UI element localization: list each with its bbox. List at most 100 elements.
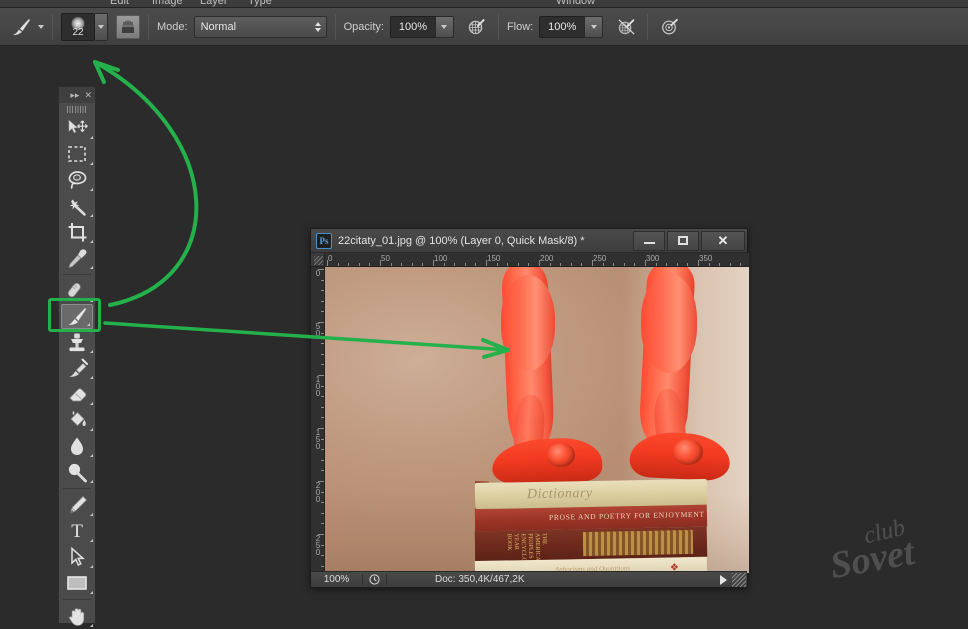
tool-more-corner-icon (90, 428, 93, 431)
sidebar-item-history-brush-tool[interactable] (59, 355, 95, 381)
close-button[interactable]: ✕ (701, 230, 745, 251)
active-tool-preview[interactable] (6, 14, 36, 40)
photo-image: Dictionary PROSE AND POETRY FOR ENJOYMEN… (325, 267, 749, 573)
clock-icon (369, 574, 380, 585)
book-encyclopedia: THE AMERICAN PEOPLES ENCYCLOPEDIA YEAR B… (474, 526, 708, 573)
tools-panel: ▸▸ ✕ T (58, 86, 96, 627)
sidebar-item-gradient-tool[interactable] (59, 407, 95, 433)
hand-icon (68, 607, 84, 626)
spinner-icon (314, 21, 321, 32)
eyedropper-icon (68, 248, 86, 268)
image-canvas[interactable]: Dictionary PROSE AND POETRY FOR ENJOYMEN… (325, 267, 749, 573)
sidebar-item-crop-tool[interactable] (59, 219, 95, 245)
rectangle-icon (67, 576, 87, 590)
opacity-input[interactable]: 100% (389, 15, 435, 38)
photoshop-badge-icon: Ps (316, 232, 332, 249)
document-window: Ps 22citaty_01.jpg @ 100% (Layer 0, Quic… (310, 228, 749, 588)
brush-panel-icon (122, 20, 134, 33)
panel-grip-icon[interactable] (59, 103, 95, 115)
tool-more-corner-icon (90, 402, 93, 405)
sidebar-item-dodge-tool[interactable] (59, 459, 95, 485)
menu-item-type[interactable]: Type (248, 0, 272, 7)
play-triangle-icon (719, 574, 727, 585)
tool-more-corner-icon (90, 266, 93, 269)
minimize-button[interactable] (633, 230, 665, 251)
resize-grip-icon[interactable] (732, 572, 746, 587)
sidebar-item-rectangle-tool[interactable] (59, 570, 95, 596)
ruler-origin-corner[interactable] (311, 253, 325, 267)
blur-drop-icon (71, 437, 83, 455)
airbrush-icon (618, 19, 635, 35)
sidebar-item-magic-wand-tool[interactable] (59, 193, 95, 219)
sidebar-item-clone-stamp-tool[interactable] (59, 329, 95, 355)
sidebar-item-hand-tool[interactable] (59, 603, 95, 629)
watermark: club Sovet (824, 513, 954, 587)
maximize-icon (678, 236, 688, 245)
flow-input[interactable]: 100% (539, 15, 585, 38)
grip-lines (67, 105, 87, 113)
vertical-ruler[interactable]: 0 50 100 150 200 250 (311, 267, 325, 573)
left-shoe-rose (547, 443, 575, 467)
airbrush-toggle-button[interactable] (613, 14, 639, 40)
menu-item-layer[interactable]: Layer (200, 0, 228, 7)
ruler-h-label: 200 (540, 254, 554, 263)
sidebar-item-lasso-tool[interactable] (59, 167, 95, 193)
opacity-value: 100% (398, 20, 427, 33)
tool-more-corner-icon (90, 136, 93, 139)
magic-wand-icon (69, 199, 86, 216)
blend-mode-select[interactable]: Normal (193, 15, 327, 38)
ruler-h-label: 150 (487, 254, 501, 263)
sidebar-item-rectangular-marquee-tool[interactable] (59, 141, 95, 167)
opacity-pressure-toggle[interactable] (464, 14, 490, 40)
brush-size-value: 22 (72, 26, 84, 38)
eraser-icon (69, 387, 86, 401)
brush-preset-picker[interactable]: 22 (61, 12, 95, 41)
sidebar-item-blur-tool[interactable] (59, 433, 95, 459)
book-title: Dictionary (526, 485, 593, 503)
tool-more-corner-icon (90, 188, 93, 191)
status-expand-button[interactable] (714, 574, 732, 585)
document-size-info: Doc: 350,4K/467,2K (435, 574, 525, 585)
tool-more-corner-icon (90, 454, 93, 457)
tool-more-corner-icon (90, 624, 93, 627)
book-gold-ornament (582, 529, 694, 557)
opacity-label: Opacity: (343, 20, 384, 33)
document-titlebar[interactable]: Ps 22citaty_01.jpg @ 100% (Layer 0, Quic… (311, 229, 747, 253)
history-brush-icon (69, 358, 88, 377)
tool-more-corner-icon (90, 480, 93, 483)
sidebar-item-path-selection-tool[interactable] (59, 544, 95, 570)
sidebar-item-eraser-tool[interactable] (59, 381, 95, 407)
left-shoe (490, 436, 604, 486)
tool-more-corner-icon (90, 350, 93, 353)
separator (52, 13, 53, 40)
flow-dropdown-button[interactable] (584, 15, 604, 38)
maximize-button[interactable] (667, 230, 699, 251)
crop-icon (68, 222, 86, 241)
move-tool-icon (68, 119, 88, 134)
horizontal-ruler[interactable]: 0 50 100 150 200 250 300 350 (325, 253, 749, 267)
menu-bar[interactable]: Edit Image Layer Type Window (0, 0, 968, 8)
menu-item-image[interactable]: Image (152, 0, 183, 7)
lasso-icon (68, 171, 87, 189)
sidebar-item-move-tool[interactable] (59, 115, 95, 141)
tool-preset-chevron-down-icon[interactable] (38, 24, 44, 29)
tool-divider (63, 599, 91, 600)
left-calf (501, 275, 555, 371)
tool-more-corner-icon (90, 214, 93, 217)
type-icon: T (71, 520, 83, 542)
status-clock-button[interactable] (363, 574, 387, 585)
ruler-h-label: 100 (434, 254, 448, 263)
close-icon[interactable]: ✕ (84, 90, 92, 100)
opacity-dropdown-button[interactable] (434, 15, 454, 38)
menu-item-window[interactable]: Window (556, 0, 595, 7)
tablet-pressure-size-toggle[interactable] (656, 14, 682, 40)
dodge-icon (68, 463, 87, 482)
sidebar-item-eyedropper-tool[interactable] (59, 245, 95, 271)
sidebar-item-horizontal-type-tool[interactable]: T (59, 518, 95, 544)
zoom-level[interactable]: 100% (311, 574, 363, 585)
collapse-panel-icon[interactable]: ▸▸ (70, 90, 79, 100)
brush-preset-chevron-down-icon[interactable] (95, 12, 108, 41)
brush-panel-toggle-button[interactable] (116, 14, 140, 39)
sidebar-item-pen-tool[interactable] (59, 492, 95, 518)
menu-item-edit[interactable]: Edit (110, 0, 129, 7)
